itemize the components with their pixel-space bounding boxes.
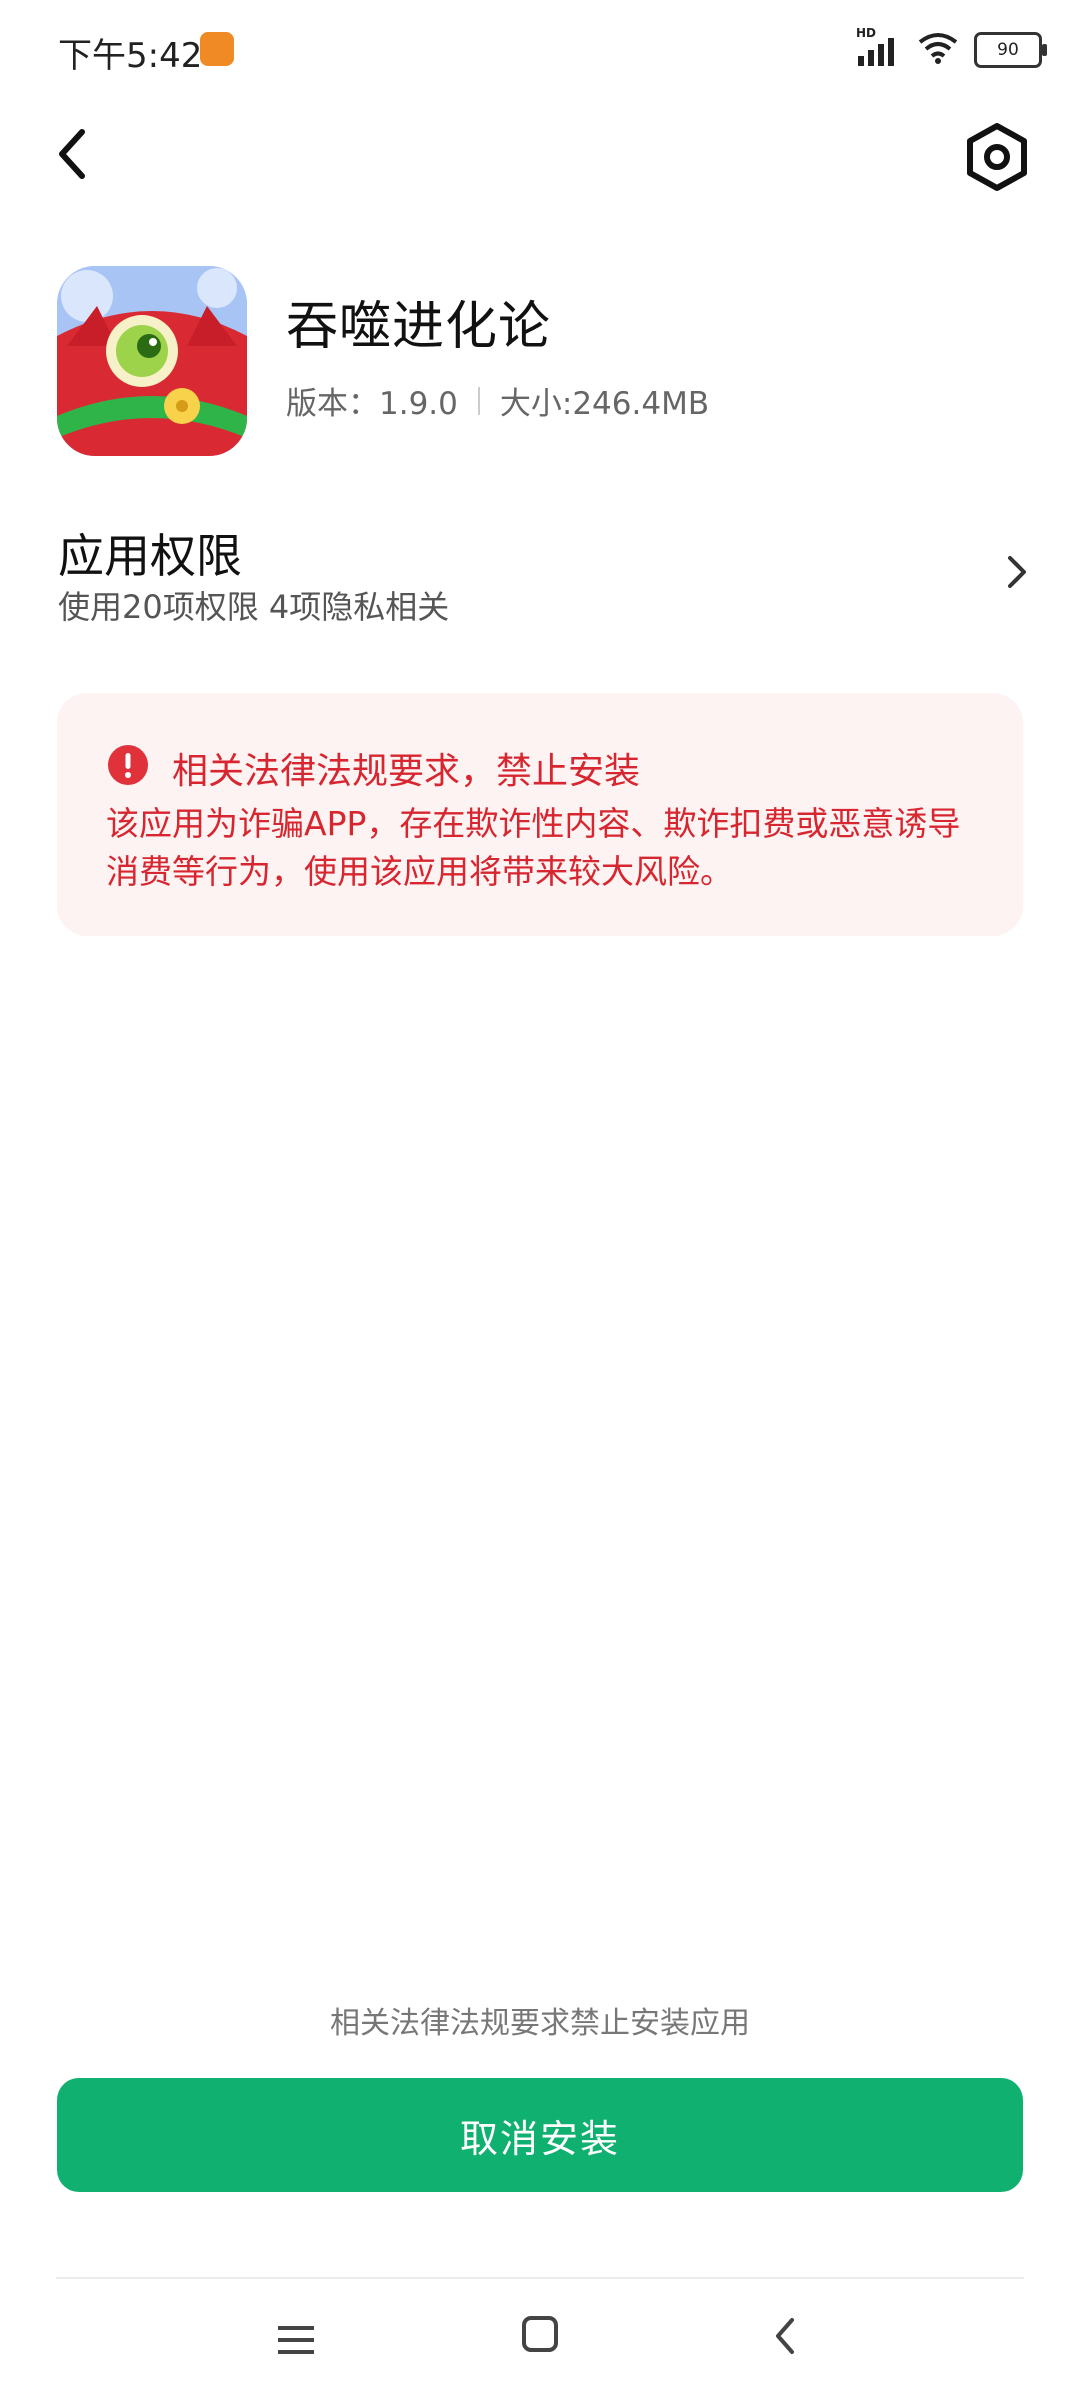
nav-menu-icon [278,2326,314,2354]
nav-home-icon [522,2316,558,2352]
battery-indicator: 90 [974,32,1047,68]
settings-button[interactable] [960,120,1034,194]
alert-icon [107,744,149,786]
back-button[interactable] [48,122,98,186]
nav-back-button[interactable] [770,2314,800,2358]
signal-icon: HD [856,26,902,68]
wifi-icon [916,30,960,70]
permissions-title: 应用权限 [58,529,242,583]
app-meta: 版本：1.9.0 大小:246.4MB [286,378,709,423]
status-indicators: HD 90 [856,26,1047,70]
chevron-right-icon [1004,552,1030,592]
nav-menu-button[interactable] [274,2320,318,2360]
nav-home-button[interactable] [520,2314,560,2354]
status-time: 下午5:42 [58,36,203,76]
divider [56,2277,1024,2279]
app-size: 大小:246.4MB [499,386,710,422]
meta-divider [477,386,480,415]
app-icon [57,266,247,456]
cancel-install-button[interactable]: 取消安装 [57,2078,1023,2192]
nav-back-icon [776,2318,794,2354]
warning-title: 相关法律法规要求，禁止安装 [172,751,641,792]
app-version: 版本：1.9.0 [286,386,458,422]
warning-body: 该应用为诈骗APP，存在欺诈性内容、欺诈扣费或恶意诱导消费等行为，使用该应用将带… [106,804,961,891]
permissions-subtitle: 使用20项权限 4项隐私相关 [58,588,450,626]
install-blocked-note: 相关法律法规要求禁止安装应用 [330,2006,750,2041]
settings-icon [967,123,1027,191]
app-name: 吞噬进化论 [286,297,552,357]
back-icon [59,129,85,179]
notification-app-icon [200,32,234,66]
